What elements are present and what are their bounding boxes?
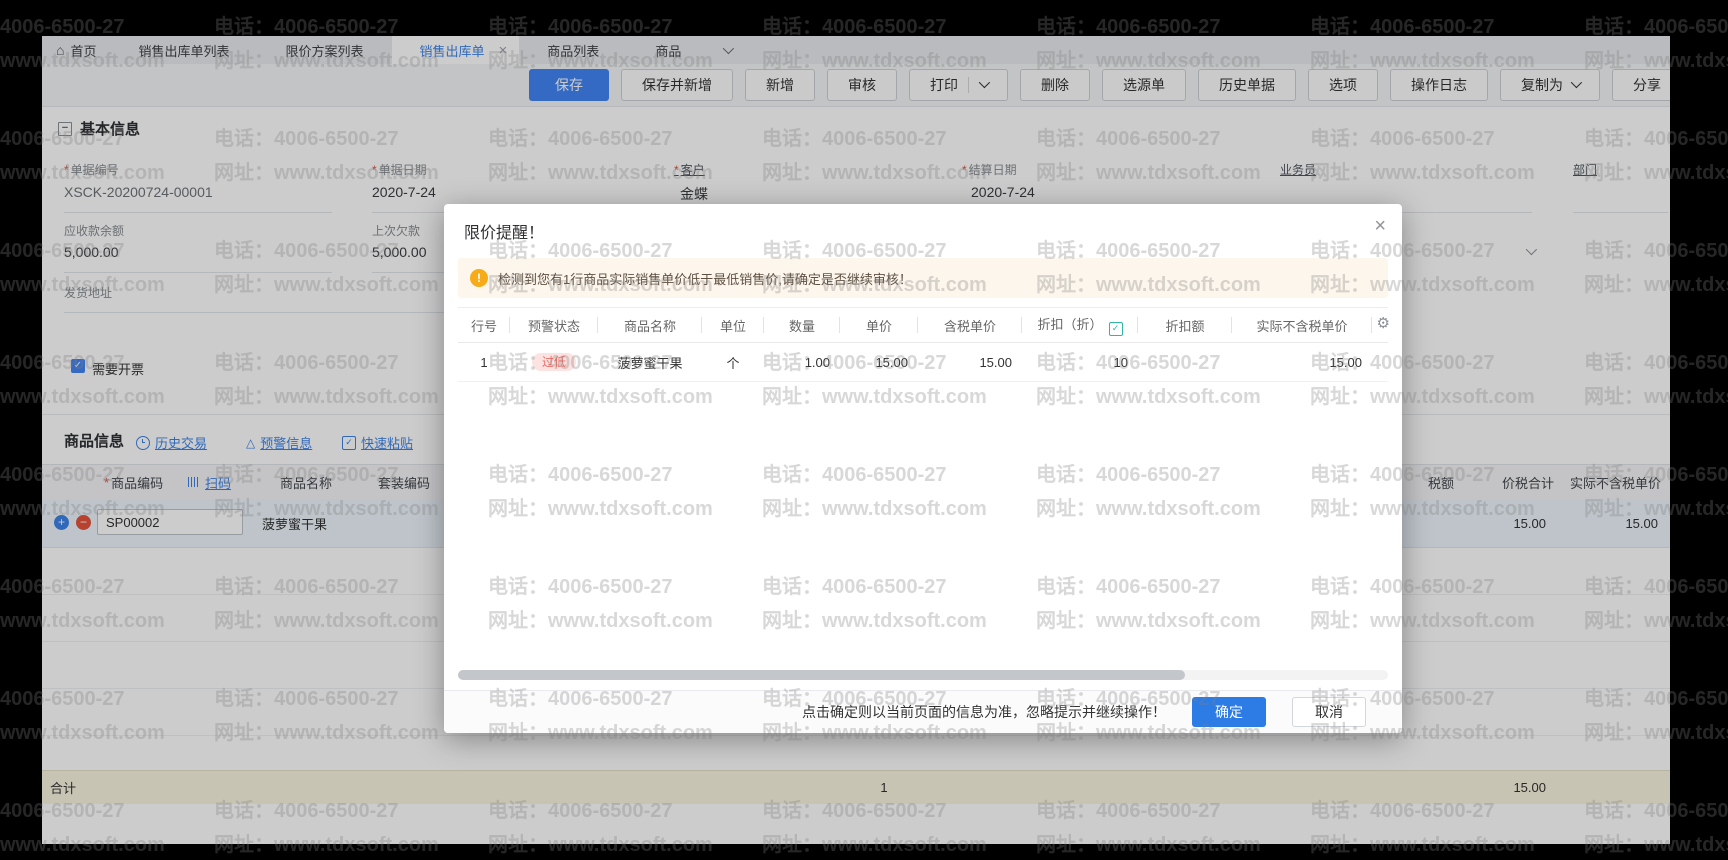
cell-price: 15.00 <box>840 343 918 382</box>
cell-unit: 个 <box>702 343 764 382</box>
modal-title: 限价提醒！ <box>464 219 544 243</box>
col-line-no[interactable]: 行号 <box>458 308 510 343</box>
cell-product-name: 菠萝蜜干果 <box>598 343 702 382</box>
cell-tax-price: 15.00 <box>918 343 1022 382</box>
discount-check-icon[interactable]: ✓ <box>1109 322 1123 336</box>
cell-actual-price: 15.00 <box>1232 343 1372 382</box>
confirm-button[interactable]: 确定 <box>1192 697 1266 727</box>
status-badge: 过低 <box>532 353 576 371</box>
column-settings-gear-icon[interactable]: ⚙ <box>1375 314 1390 332</box>
col-unit[interactable]: 单位 <box>702 308 764 343</box>
cell-line-no: 1 <box>458 343 510 382</box>
cell-clipped <box>1372 343 1388 382</box>
col-tax-price[interactable]: 含税单价 <box>918 308 1022 343</box>
warning-text: 检测到您有1行商品实际销售单价低于最低销售价,请确定是否继续审核！ <box>498 269 912 288</box>
cell-discount: 10 <box>1022 343 1138 382</box>
col-qty[interactable]: 数量 <box>764 308 840 343</box>
cancel-button[interactable]: 取消 <box>1292 697 1366 727</box>
footer-tip-text: 点击确定则以当前页面的信息为准，忽略提示并继续操作！ <box>802 702 1166 722</box>
modal-table-row[interactable]: 1 过低 菠萝蜜干果 个 1.00 15.00 15.00 10 15.00 <box>458 343 1388 382</box>
col-price[interactable]: 单价 <box>840 308 918 343</box>
horizontal-scrollbar-track[interactable] <box>458 670 1388 680</box>
col-actual-price[interactable]: 实际不含税单价 <box>1232 308 1372 343</box>
warning-banner: ! 检测到您有1行商品实际销售单价低于最低销售价,请确定是否继续审核！ <box>458 258 1388 298</box>
warning-icon: ! <box>470 269 488 287</box>
modal-close-icon[interactable]: × <box>1374 216 1386 236</box>
col-product-name[interactable]: 商品名称 <box>598 308 702 343</box>
horizontal-scrollbar-thumb[interactable] <box>458 670 1185 680</box>
col-discount-amt[interactable]: 折扣额 <box>1138 308 1232 343</box>
col-warn-status[interactable]: 预警状态 <box>510 308 598 343</box>
modal-table: 行号 预警状态 商品名称 单位 数量 单价 含税单价 折扣（折）✓ 折扣额 实际… <box>458 307 1388 382</box>
modal-footer: 点击确定则以当前页面的信息为准，忽略提示并继续操作！ 确定 取消 <box>444 690 1402 733</box>
modal-table-header-row: 行号 预警状态 商品名称 单位 数量 单价 含税单价 折扣（折）✓ 折扣额 实际… <box>458 308 1388 343</box>
cell-status: 过低 <box>510 343 598 382</box>
cell-qty: 1.00 <box>764 343 840 382</box>
cell-discount-amt <box>1138 343 1232 382</box>
col-discount[interactable]: 折扣（折）✓ <box>1022 308 1138 343</box>
price-limit-modal: 限价提醒！ × ! 检测到您有1行商品实际销售单价低于最低销售价,请确定是否继续… <box>444 204 1402 733</box>
